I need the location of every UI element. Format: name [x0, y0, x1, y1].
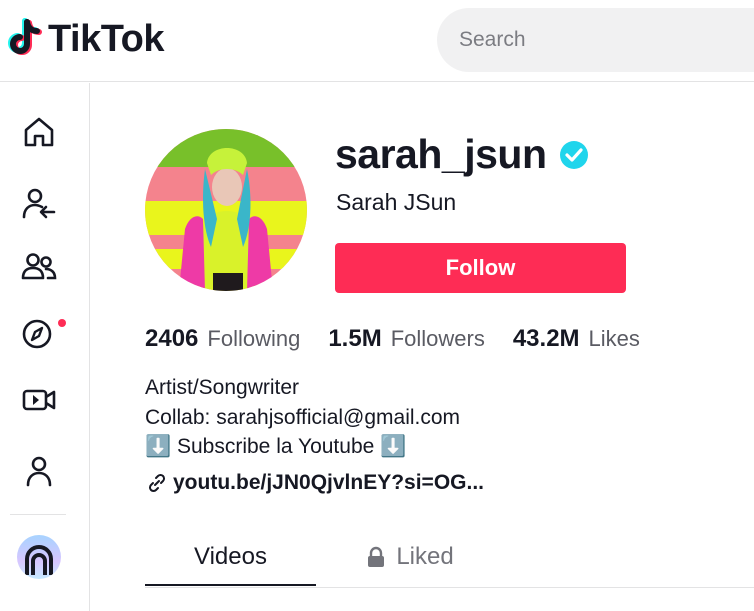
- friends-icon[interactable]: [20, 248, 58, 286]
- profile-username: sarah_jsun: [335, 131, 547, 177]
- tab-videos[interactable]: Videos: [145, 528, 316, 586]
- live-video-icon[interactable]: [20, 381, 58, 419]
- bio-line: Collab: sarahjsofficial@gmail.com: [145, 405, 461, 429]
- profile-stats: 2406 Following 1.5M Followers 43.2M Like…: [145, 325, 668, 353]
- sidebar: [0, 83, 90, 611]
- link-text[interactable]: youtu.be/jJN0QjvlnEY?si=OG...: [173, 471, 484, 495]
- bio-line: Artist/Songwriter: [145, 376, 300, 399]
- user-follow-icon[interactable]: [20, 185, 58, 223]
- profile-bio: Artist/Songwriter Collab: sarahjsofficia…: [145, 373, 460, 462]
- lock-icon: [368, 546, 385, 567]
- search-input[interactable]: [459, 8, 749, 72]
- compass-icon[interactable]: [20, 315, 58, 353]
- sidebar-divider: [10, 514, 66, 515]
- stat-label: Following: [207, 326, 301, 351]
- tab-label: Liked: [396, 543, 454, 570]
- top-header: TikTok: [0, 0, 754, 82]
- stat-label: Followers: [390, 326, 485, 351]
- tiktok-note-icon: [8, 18, 42, 55]
- stat-value: 43.2M: [512, 325, 580, 352]
- follow-button[interactable]: Follow: [335, 243, 626, 293]
- stat-followers[interactable]: 1.5M Followers: [328, 325, 485, 353]
- profile-icon[interactable]: [20, 453, 58, 491]
- logo-text: TikTok: [48, 18, 164, 60]
- stat-likes: 43.2M Likes: [513, 325, 640, 353]
- arch-logo-icon: [25, 545, 53, 575]
- stat-value: 2406: [145, 325, 199, 352]
- active-tab-underline: [145, 584, 316, 586]
- home-icon[interactable]: [20, 113, 58, 151]
- tab-liked[interactable]: Liked: [345, 528, 475, 586]
- stat-following[interactable]: 2406 Following: [145, 325, 300, 353]
- verified-badge-icon: [560, 141, 588, 169]
- profile-nickname: Sarah JSun: [336, 189, 457, 215]
- profile-avatar: [145, 129, 307, 291]
- profile-tabs: Videos Liked: [145, 528, 754, 588]
- search-bar[interactable]: [437, 8, 754, 72]
- bio-line: ⬇️ Subscribe la Youtube ⬇️: [145, 435, 407, 458]
- tiktok-logo[interactable]: TikTok: [6, 18, 164, 60]
- link-icon: [148, 473, 166, 493]
- tab-label: Videos: [194, 543, 267, 570]
- stat-label: Likes: [588, 326, 640, 351]
- profile-link[interactable]: youtu.be/jJN0QjvlnEY?si=OG...: [147, 471, 484, 495]
- avatar-image: [145, 129, 307, 291]
- notification-dot: [58, 319, 66, 327]
- account-avatar[interactable]: [17, 535, 61, 579]
- stat-value: 1.5M: [328, 325, 382, 352]
